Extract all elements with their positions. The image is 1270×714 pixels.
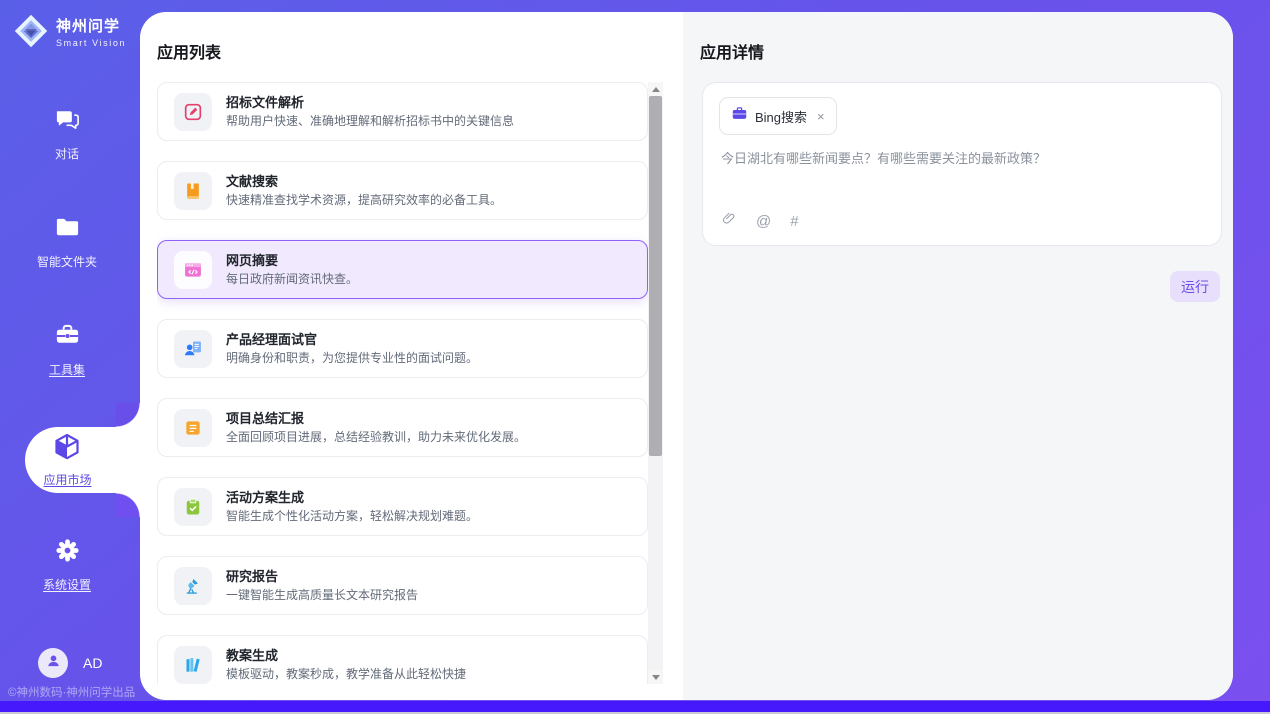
user-account[interactable]: AD	[38, 648, 102, 678]
folder-icon	[54, 214, 81, 246]
sidebar-item-smart-folder[interactable]: 智能文件夹	[0, 214, 134, 270]
scroll-up-icon	[652, 87, 660, 92]
brand-subtitle: Smart Vision	[56, 38, 126, 48]
interviewer-icon	[174, 330, 212, 368]
scrollbar-thumb[interactable]	[649, 96, 662, 456]
scroll-down-icon	[652, 675, 660, 680]
gear-icon	[54, 537, 81, 569]
app-card-desc: 明确身份和职责，为您提供专业性的面试问题。	[226, 352, 478, 364]
sidebar-item-label: 工具集	[49, 361, 85, 378]
app-card-research-report[interactable]: 研究报告 一键智能生成高质量长文本研究报告	[157, 556, 648, 615]
app-card-project-summary[interactable]: 项目总结汇报 全面回顾项目进展，总结经验教训，助力未来优化发展。	[157, 398, 648, 457]
briefcase-icon	[731, 105, 748, 127]
prompt-text[interactable]: 今日湖北有哪些新闻要点？有哪些需要关注的最新政策？	[721, 149, 1203, 169]
sidebar-item-app-market[interactable]: 应用市场	[25, 427, 140, 493]
app-card-name: 网页摘要	[226, 254, 358, 267]
run-button[interactable]: 运行	[1170, 271, 1220, 302]
app-window: 神州问学 Smart Vision 对话 智能文件夹	[0, 0, 1270, 714]
bubble-curve-top	[116, 403, 140, 427]
clipboard-check-icon	[174, 488, 212, 526]
app-card-pm-interviewer[interactable]: 产品经理面试官 明确身份和职责，为您提供专业性的面试问题。	[157, 319, 648, 378]
app-card-name: 招标文件解析	[226, 96, 514, 109]
app-card-desc: 每日政府新闻资讯快查。	[226, 273, 358, 285]
main-content: 应用列表 招标文件解析 帮助用户快速、准确地理解和解析招标书中的关键信息	[140, 12, 1233, 700]
app-card-name: 文献搜索	[226, 175, 502, 188]
sidebar-item-label: 对话	[55, 145, 79, 162]
sidebar-item-toolset[interactable]: 工具集	[0, 322, 134, 378]
hash-icon[interactable]: #	[790, 213, 798, 230]
cube-icon	[52, 432, 82, 467]
sidebar-item-label: 应用市场	[43, 471, 91, 488]
app-detail-panel: 应用详情 Bing搜索 × 今日湖北有哪些新闻要点？有哪些需要关注的最新政策？	[683, 12, 1233, 700]
attachment-toolbar: @ #	[721, 211, 799, 232]
report-note-icon	[174, 409, 212, 447]
sidebar-item-chat[interactable]: 对话	[0, 106, 134, 162]
bottom-bar	[0, 701, 1270, 714]
app-card-desc: 全面回顾项目进展，总结经验教训，助力未来优化发展。	[226, 431, 526, 443]
app-detail-title: 应用详情	[700, 39, 764, 63]
app-card-desc: 帮助用户快速、准确地理解和解析招标书中的关键信息	[226, 115, 514, 127]
sidebar-item-label: 智能文件夹	[37, 253, 97, 270]
app-card-name: 教案生成	[226, 649, 466, 662]
app-card-event-plan[interactable]: 活动方案生成 智能生成个性化活动方案，轻松解决规划难题。	[157, 477, 648, 536]
sidebar: 神州问学 Smart Vision 对话 智能文件夹	[0, 0, 140, 714]
app-card-webpage-summary[interactable]: 网页摘要 每日政府新闻资讯快查。	[157, 240, 648, 299]
webpage-code-icon	[174, 251, 212, 289]
paperclip-icon[interactable]	[721, 211, 737, 232]
app-card-name: 产品经理面试官	[226, 333, 478, 346]
brand-name: 神州问学	[56, 19, 126, 36]
pen-square-icon	[174, 93, 212, 131]
books-icon	[174, 646, 212, 684]
app-card-name: 项目总结汇报	[226, 412, 526, 425]
toolbox-icon	[54, 322, 81, 354]
tool-chip-label: Bing搜索	[755, 107, 807, 126]
sidebar-item-label: 系统设置	[43, 576, 91, 593]
brand-logo: 神州问学 Smart Vision	[13, 13, 126, 54]
app-list-title: 应用列表	[157, 39, 221, 63]
app-card-lesson-plan[interactable]: 教案生成 模板驱动，教案秒成，教学准备从此轻松快捷	[157, 635, 648, 684]
scroll-down-button[interactable]	[648, 670, 663, 684]
chip-close-icon[interactable]: ×	[817, 109, 825, 124]
app-card-desc: 一键智能生成高质量长文本研究报告	[226, 589, 418, 601]
at-icon[interactable]: @	[756, 213, 771, 230]
app-card-literature-search[interactable]: 文献搜索 快速精准查找学术资源，提高研究效率的必备工具。	[157, 161, 648, 220]
bubble-curve-bottom	[116, 493, 140, 517]
chat-icon	[54, 106, 81, 138]
gem-diamond-icon	[13, 13, 49, 54]
book-icon	[174, 172, 212, 210]
app-card-name: 活动方案生成	[226, 491, 478, 504]
app-list: 招标文件解析 帮助用户快速、准确地理解和解析招标书中的关键信息 文献搜索 快速精…	[157, 82, 648, 684]
app-card-bid-doc[interactable]: 招标文件解析 帮助用户快速、准确地理解和解析招标书中的关键信息	[157, 82, 648, 141]
tool-chip-bing-search[interactable]: Bing搜索 ×	[719, 97, 837, 135]
prompt-card: Bing搜索 × 今日湖北有哪些新闻要点？有哪些需要关注的最新政策？ @ #	[702, 82, 1222, 246]
app-card-desc: 快速精准查找学术资源，提高研究效率的必备工具。	[226, 194, 502, 206]
user-initials: AD	[83, 655, 102, 671]
avatar	[38, 648, 68, 678]
app-card-desc: 智能生成个性化活动方案，轻松解决规划难题。	[226, 510, 478, 522]
app-card-desc: 模板驱动，教案秒成，教学准备从此轻松快捷	[226, 668, 466, 680]
app-list-scrollbar[interactable]	[648, 82, 663, 684]
person-icon	[45, 652, 62, 674]
research-icon	[174, 567, 212, 605]
scroll-up-button[interactable]	[648, 82, 663, 96]
sidebar-footer: ©神州数码·神州问学出品	[8, 684, 135, 700]
app-card-name: 研究报告	[226, 570, 418, 583]
sidebar-item-settings[interactable]: 系统设置	[0, 537, 134, 593]
